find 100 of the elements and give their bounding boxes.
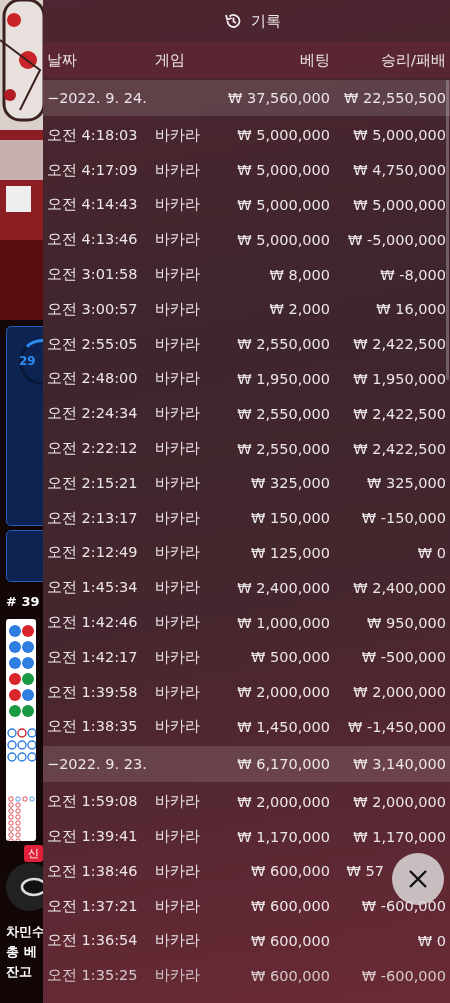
result-cell-text: ₩ 2,422,500	[352, 336, 446, 353]
bet-cell-text: ₩ 600,000	[250, 898, 330, 915]
result-cell-text: ₩ 2,422,500	[352, 440, 446, 457]
result-cell-text: ₩ -600,000	[360, 967, 446, 984]
result-cell-text: ₩ 2,422,500	[352, 405, 446, 422]
result-cell-text: ₩ 1,170,000	[352, 828, 446, 845]
time-cell-text: 오전 1:38:46	[47, 861, 139, 881]
game-cell-text: 바카라	[155, 160, 201, 180]
time-cell-text: 오전 2:22:12	[47, 439, 139, 459]
game-cell-text: 바카라	[155, 508, 201, 528]
bet-cell-text: ₩ 2,000	[268, 301, 330, 318]
bet-cell-text: ₩ 600,000	[250, 967, 330, 984]
game-cell-text: 바카라	[155, 896, 201, 916]
result-cell-text: ₩ 4,750,000	[352, 162, 446, 179]
game-cell-text: 바카라	[155, 717, 201, 737]
bet-cell-text: ₩ 2,400,000	[236, 579, 330, 596]
game-cell-text: 바카라	[155, 230, 201, 250]
bet-cell-text: ₩ 1,450,000	[236, 718, 330, 735]
result-cell-text: ₩ -8,000	[379, 266, 446, 283]
column-header: 베팅	[299, 50, 330, 70]
result-cell-text: ₩ -1,450,000	[347, 718, 446, 735]
column-header: 게임	[155, 50, 186, 70]
bet-total: ₩ 37,560,000	[227, 90, 330, 106]
result-cell-text: ₩ 0	[416, 544, 446, 561]
result-total: ₩ 3,140,000	[352, 756, 446, 773]
time-cell-text: 오전 2:15:21	[47, 473, 139, 493]
result-cell-text: ₩ 16,000	[375, 301, 446, 318]
time-cell-text: 오전 2:48:00	[47, 369, 139, 389]
time-cell-text: 오전 2:55:05	[47, 334, 139, 354]
date-text: −2022. 9. 23.	[47, 756, 148, 773]
game-cell-text: 바카라	[155, 299, 201, 319]
bet-cell-text: ₩ 325,000	[250, 475, 330, 492]
bet-cell-text: ₩ 125,000	[250, 544, 330, 561]
result-cell-text: ₩ 5,000,000	[352, 197, 446, 213]
date-text: −2022. 9. 24.	[47, 90, 148, 106]
bet-cell-text: ₩ 5,000,000	[236, 162, 330, 179]
date-group-row[interactable]: −2022. 9. 24. ₩ 37,560,000 ₩ 22,550,500	[43, 80, 450, 116]
game-cell-text: 바카라	[155, 966, 201, 986]
game-cell-text: 바카라	[155, 334, 201, 354]
time-cell-text: 오전 4:17:09	[47, 160, 139, 180]
time-cell-text: 오전 1:38:35	[47, 717, 139, 737]
result-cell-text: ₩ -600,000	[360, 898, 446, 915]
time-cell-text: 오전 1:37:21	[47, 896, 139, 916]
game-cell-text: 바카라	[155, 543, 201, 563]
time-cell-text: 오전 1:42:46	[47, 613, 139, 633]
time-cell-text: 오전 3:00:57	[47, 299, 139, 319]
result-cell-text: ₩ 2,000,000	[352, 793, 446, 810]
result-cell-text: ₩ 0	[416, 932, 446, 949]
bet-cell-text: ₩ 8,000	[268, 266, 330, 283]
result-cell-text: ₩ 325,000	[366, 475, 446, 492]
game-cell-text: 바카라	[155, 578, 201, 598]
time-cell-text: 오전 4:14:43	[47, 195, 139, 215]
game-cell-text: 바카라	[155, 613, 201, 633]
result-cell-text: ₩ 5,000,000	[352, 127, 446, 144]
time-cell-text: 오전 3:01:58	[47, 265, 139, 285]
result-cell-text: ₩ -5,000,000	[347, 231, 446, 248]
column-header: 날짜	[47, 50, 78, 70]
close-icon	[408, 869, 428, 889]
new-badge: 신	[24, 845, 43, 862]
bet-cell-text: ₩ 2,000,000	[236, 684, 330, 701]
time-cell-text: 오전 1:36:54	[47, 931, 139, 951]
bet-cell-text: ₩ 5,000,000	[236, 231, 330, 248]
time-cell-text: 오전 1:42:17	[47, 647, 139, 667]
history-icon	[224, 12, 242, 30]
total-bet-label: 총 베	[6, 943, 37, 961]
game-cell-text: 바카라	[155, 369, 201, 389]
result-cell-text: ₩ -150,000	[360, 510, 446, 527]
bet-cell-text: ₩ 1,000,000	[236, 614, 330, 631]
bet-cell-text: ₩ 2,550,000	[236, 336, 330, 353]
bet-cell-text: ₩ 500,000	[250, 649, 330, 666]
result-total: ₩ 22,550,500	[343, 90, 446, 106]
time-cell-text: 오전 1:59:08	[47, 792, 139, 812]
game-cell-text: 바카라	[155, 265, 201, 285]
result-cell-text: ₩ 2,400,000	[352, 579, 446, 596]
date-group-row[interactable]: −2022. 9. 23. ₩ 6,170,000 ₩ 3,140,000	[43, 746, 450, 783]
bet-cell-text: ₩ 5,000,000	[236, 127, 330, 144]
result-cell-text: ₩ 1,950,000	[352, 370, 446, 387]
balance-label: 잔고	[6, 963, 32, 981]
scrollbar[interactable]	[446, 80, 449, 380]
time-cell-text: 오전 1:39:58	[47, 682, 139, 702]
result-cell-text: ₩ 950,000	[366, 614, 446, 631]
result-cell-text: ₩ 57	[345, 863, 384, 880]
time-cell-text: 오전 1:39:41	[47, 827, 139, 847]
game-card[interactable]: 29	[6, 326, 43, 526]
time-cell-text: 오전 4:13:46	[47, 230, 139, 250]
game-cell-text: 바카라	[155, 682, 201, 702]
time-cell-text: 오전 2:12:49	[47, 543, 139, 563]
game-cell-text: 바카라	[155, 473, 201, 493]
game-cell-text: 바카라	[155, 931, 201, 951]
column-header: 승리/패배	[380, 50, 446, 70]
time-cell-text: 오전 1:45:34	[47, 578, 139, 598]
progress-text: 29	[19, 354, 36, 368]
result-cell-text: ₩ 2,000,000	[352, 684, 446, 701]
round-number: # 39	[6, 594, 40, 609]
game-cell-text: 바카라	[155, 861, 201, 881]
panel-title: 기록	[251, 11, 281, 31]
game-cell-text: 바카라	[155, 404, 201, 424]
time-cell-text: 오전 4:18:03	[47, 125, 139, 145]
time-cell-text: 오전 2:13:17	[47, 508, 139, 528]
game-cell-text: 바카라	[155, 195, 201, 215]
